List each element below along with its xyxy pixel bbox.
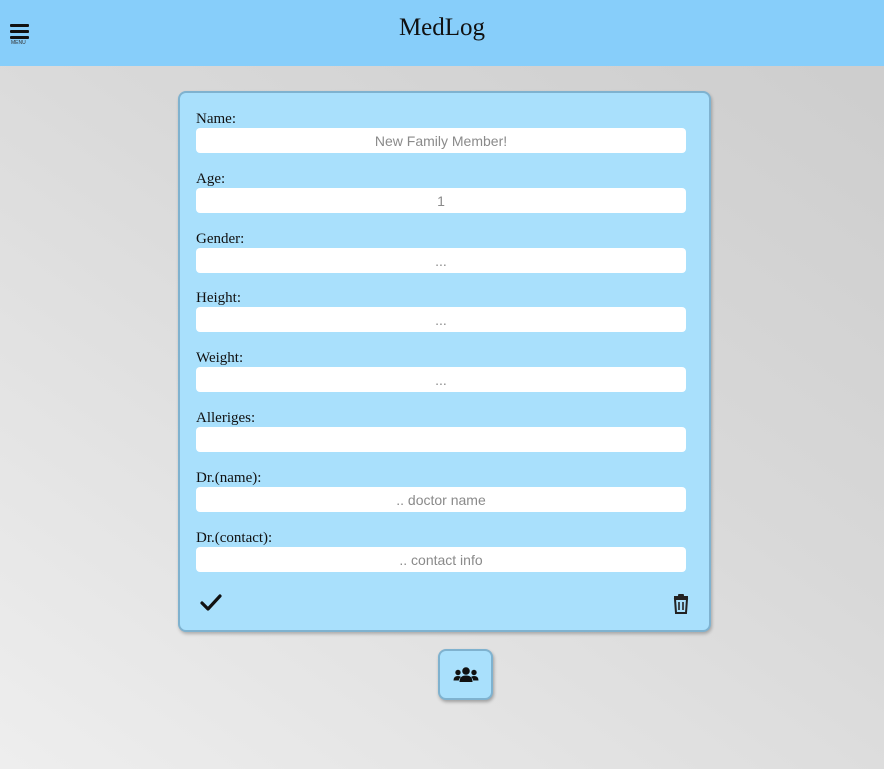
- app-header: MENU MedLog: [0, 0, 884, 66]
- height-input[interactable]: [196, 307, 686, 332]
- doctor-name-label: Dr.(name):: [196, 470, 262, 486]
- name-field: Name:: [196, 110, 686, 153]
- name-label: Name:: [196, 111, 236, 127]
- weight-input[interactable]: [196, 367, 686, 392]
- family-member-form: Name: Age: Gender: Height: Weight: Aller…: [178, 91, 711, 632]
- family-members-button[interactable]: [438, 649, 493, 700]
- check-icon: [200, 594, 222, 611]
- delete-button[interactable]: [670, 593, 692, 615]
- save-button[interactable]: [200, 593, 222, 613]
- age-input[interactable]: [196, 188, 686, 213]
- gender-label: Gender:: [196, 231, 245, 247]
- doctor-name-field: Dr.(name):: [196, 469, 686, 512]
- doctor-contact-input[interactable]: [196, 547, 686, 572]
- doctor-contact-label: Dr.(contact):: [196, 530, 273, 546]
- weight-label: Weight:: [196, 350, 244, 366]
- height-field: Height:: [196, 289, 686, 332]
- age-label: Age:: [196, 171, 226, 187]
- allergies-input[interactable]: [196, 427, 686, 452]
- app-title: MedLog: [398, 14, 486, 41]
- gender-input[interactable]: [196, 248, 686, 273]
- height-label: Height:: [196, 290, 241, 306]
- trash-icon: [673, 594, 689, 614]
- doctor-contact-field: Dr.(contact):: [196, 529, 686, 572]
- allergies-label: Alleriges:: [196, 410, 256, 426]
- name-input[interactable]: [196, 128, 686, 153]
- allergies-field: Alleriges:: [196, 409, 686, 452]
- doctor-name-input[interactable]: [196, 487, 686, 512]
- gender-field: Gender:: [196, 230, 686, 273]
- age-field: Age:: [196, 170, 686, 213]
- weight-field: Weight:: [196, 349, 686, 392]
- users-icon: [453, 666, 478, 682]
